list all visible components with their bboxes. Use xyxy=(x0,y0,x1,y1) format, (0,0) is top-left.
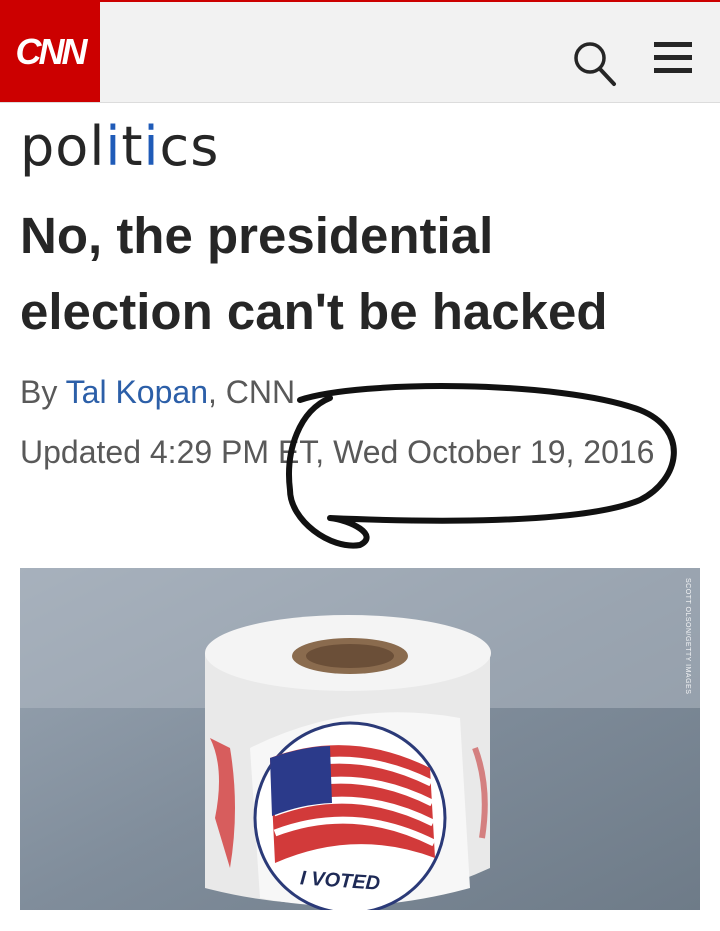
section-label-accent: i xyxy=(143,115,160,178)
author-link[interactable]: Tal Kopan xyxy=(66,374,208,410)
logo-text: CNN xyxy=(15,31,88,72)
section-label-accent: i xyxy=(105,115,122,178)
menu-button[interactable] xyxy=(650,38,696,84)
byline-prefix: By xyxy=(20,374,66,410)
cnn-logo[interactable]: CNN xyxy=(0,2,100,102)
article-photo[interactable] xyxy=(20,568,700,910)
photo-credit: SCOTT OLSON/GETTY IMAGES xyxy=(684,578,691,695)
byline: By Tal Kopan, CNN xyxy=(20,370,295,414)
section-label-part: t xyxy=(121,115,144,178)
section-label-part: pol xyxy=(20,115,106,178)
search-button[interactable] xyxy=(568,38,620,90)
hamburger-menu-icon xyxy=(654,42,692,73)
byline-suffix: , CNN xyxy=(207,374,296,410)
section-label-part: cs xyxy=(159,115,220,178)
section-label-politics[interactable]: politics xyxy=(20,112,219,182)
article-headline: No, the presidential election can't be h… xyxy=(20,207,608,340)
search-icon xyxy=(574,42,616,86)
updated-timestamp: Updated 4:29 PM ET, Wed October 19, 2016 xyxy=(20,434,655,470)
